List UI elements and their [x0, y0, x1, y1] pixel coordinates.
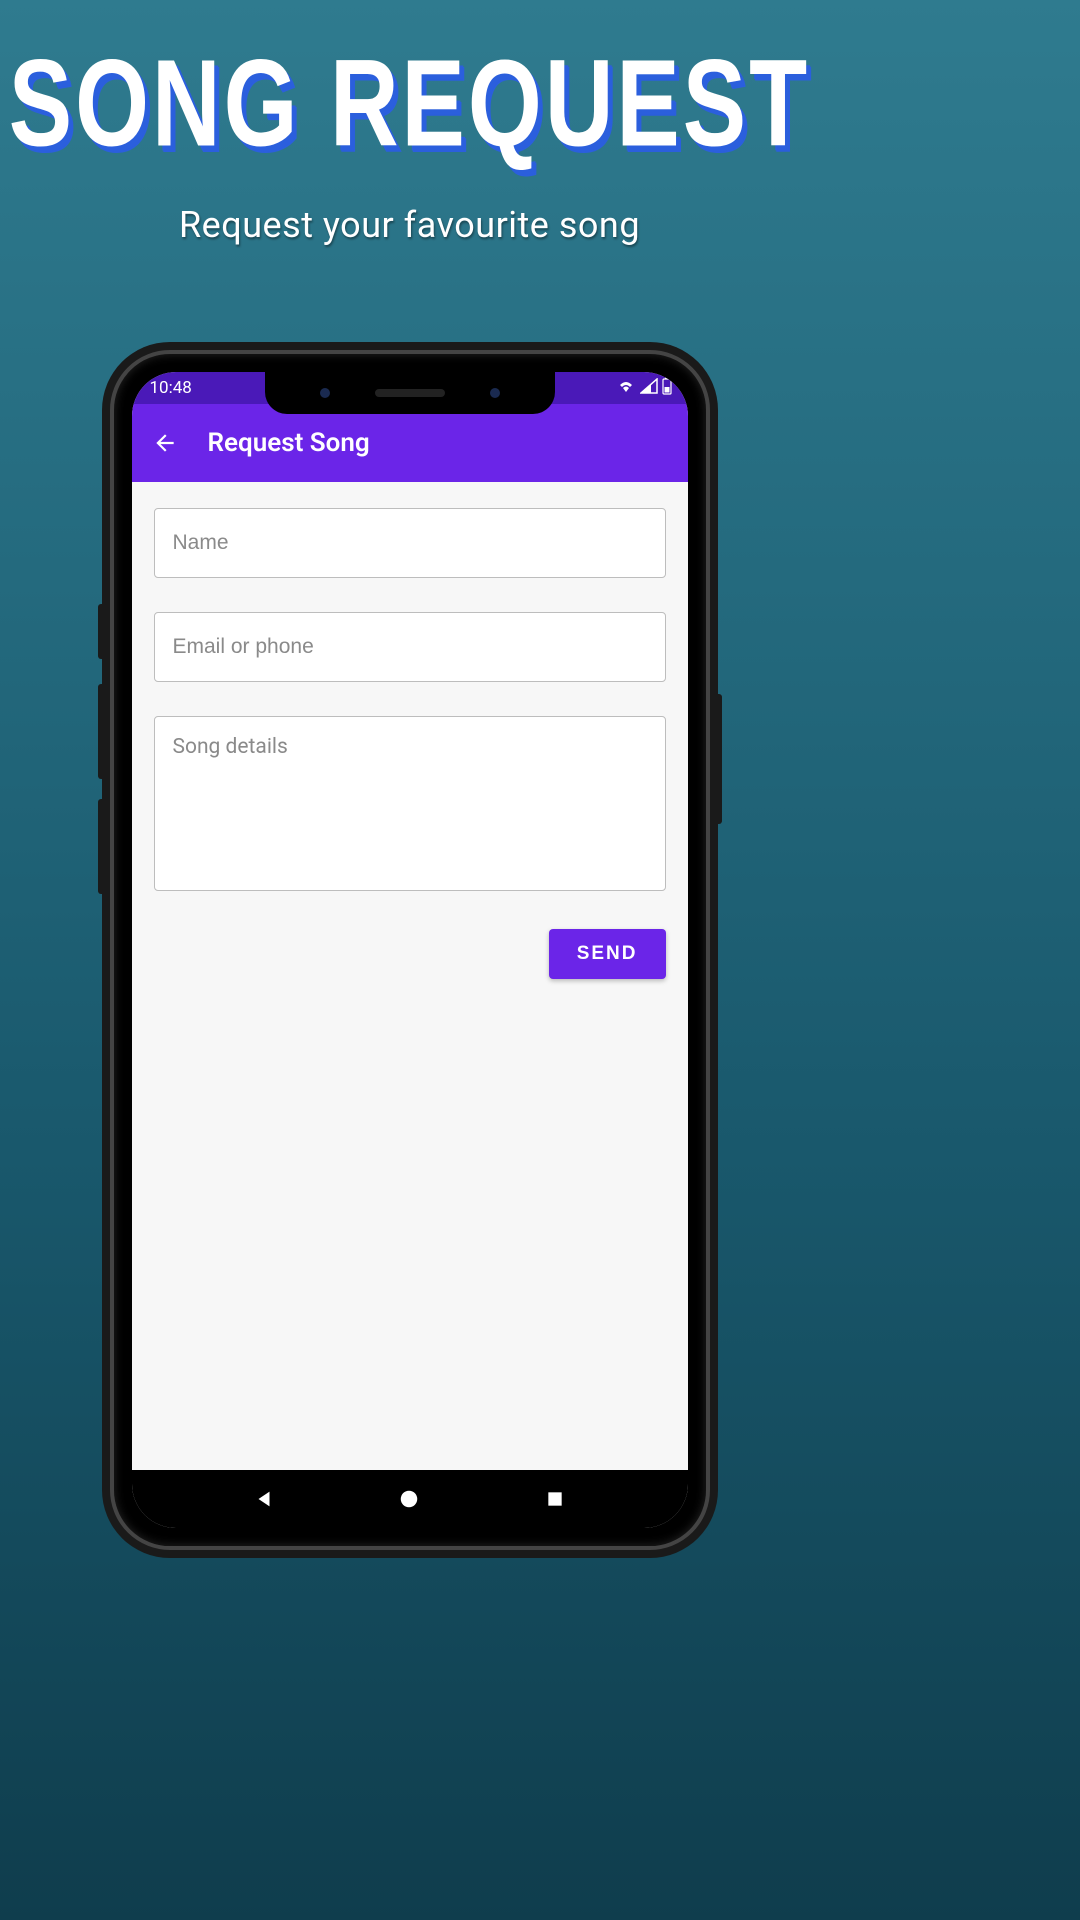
status-time: 10:48	[150, 378, 192, 398]
battery-icon	[662, 377, 672, 400]
app-bar-title: Request Song	[208, 428, 370, 458]
wifi-icon	[616, 378, 636, 399]
signal-icon	[640, 378, 658, 399]
phone-volume-down	[98, 799, 108, 894]
name-input[interactable]	[154, 508, 666, 578]
song-details-input[interactable]	[154, 716, 666, 891]
phone-screen: 10:48 Request Song	[132, 372, 688, 1528]
promo-title: SONG REQUEST	[0, 34, 819, 176]
phone-mute-switch	[98, 604, 108, 659]
square-recent-icon	[545, 1489, 565, 1509]
phone-speaker	[375, 389, 445, 397]
request-form: SEND	[132, 482, 688, 1005]
phone-volume-up	[98, 684, 108, 779]
app-bar: Request Song	[132, 404, 688, 482]
circle-home-icon	[398, 1488, 420, 1510]
nav-back-button[interactable]	[251, 1486, 277, 1512]
front-sensor-icon	[490, 388, 500, 398]
promo-subtitle: Request your favourite song	[0, 204, 819, 246]
nav-home-button[interactable]	[396, 1486, 422, 1512]
android-nav-bar	[132, 1470, 688, 1528]
phone-frame: 10:48 Request Song	[110, 350, 710, 1550]
phone-notch	[265, 372, 555, 414]
front-camera-icon	[320, 388, 330, 398]
contact-input[interactable]	[154, 612, 666, 682]
back-button[interactable]	[150, 428, 180, 458]
arrow-left-icon	[152, 430, 178, 456]
triangle-back-icon	[253, 1488, 275, 1510]
send-button[interactable]: SEND	[549, 929, 666, 979]
phone-power-button	[712, 694, 722, 824]
nav-recent-button[interactable]	[542, 1486, 568, 1512]
